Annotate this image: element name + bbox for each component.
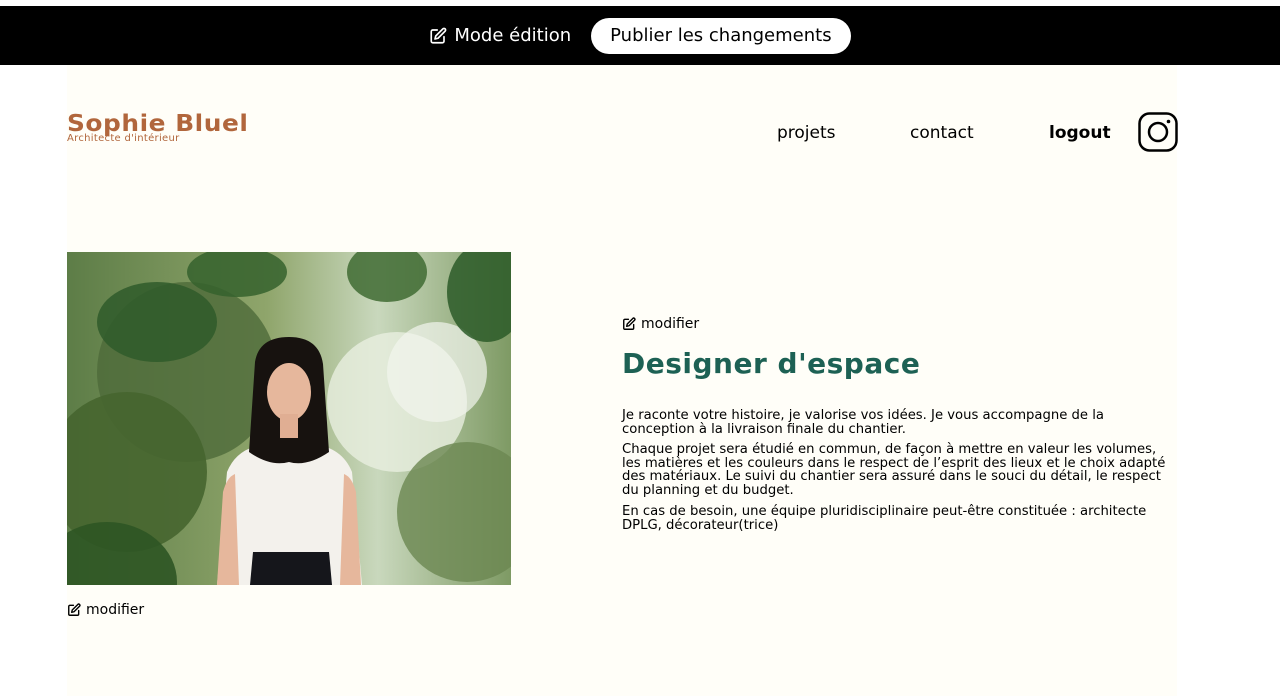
photo-modify-label: modifier: [86, 602, 145, 618]
edit-icon: [623, 317, 636, 330]
nav-contact[interactable]: contact: [910, 123, 974, 143]
text-modify-button[interactable]: modifier: [622, 316, 699, 332]
intro-paragraph: En cas de besoin, une équipe pluridiscip…: [622, 504, 1147, 533]
edit-mode-indicator: Mode édition: [429, 25, 571, 46]
intro-paragraph: Chaque projet sera étudié en commun, de …: [622, 442, 1166, 498]
architect-photo: [67, 252, 511, 585]
text-modify-label: modifier: [641, 316, 700, 332]
instagram-icon[interactable]: [1138, 112, 1178, 152]
edit-mode-label: Mode édition: [454, 25, 572, 46]
edit-icon: [68, 603, 81, 616]
edit-mode-bar: Mode édition Publier les changements: [0, 6, 1280, 65]
publish-changes-button[interactable]: Publier les changements: [591, 17, 851, 54]
page-container: Sophie Bluel Architecte d'intérieur proj…: [67, 65, 1178, 696]
nav-projets[interactable]: projets: [777, 123, 836, 143]
main-nav: projets contact logout: [67, 123, 1177, 147]
nav-logout[interactable]: logout: [1049, 123, 1111, 143]
edit-icon: [430, 27, 447, 44]
architect-photo-illustration: [67, 252, 511, 585]
intro-title: Designer d'espace: [622, 347, 921, 380]
photo-modify-button[interactable]: modifier: [67, 602, 144, 618]
intro-paragraph: Je raconte votre histoire, je valorise v…: [622, 408, 1104, 437]
